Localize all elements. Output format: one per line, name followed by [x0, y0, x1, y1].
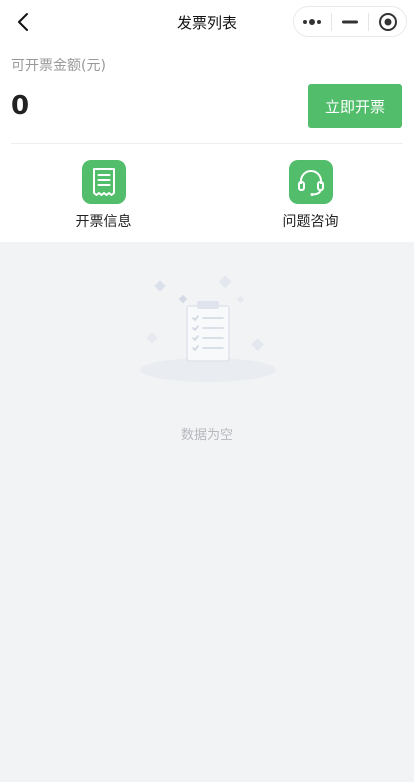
header-panel: 发票列表 可开票金额(元) 0 立即开票 开票信息 问题咨询: [0, 0, 414, 242]
more-dots-icon: [303, 18, 322, 25]
amount-label: 可开票金额(元): [11, 58, 106, 74]
receipt-icon: [81, 160, 126, 204]
empty-state: 数据为空: [0, 242, 414, 782]
back-button[interactable]: [10, 8, 36, 36]
more-button[interactable]: [294, 7, 331, 36]
amount-row: 0 立即开票: [11, 80, 403, 132]
empty-state-text: 数据为空: [180, 428, 233, 443]
consult-action[interactable]: 问题咨询: [207, 144, 414, 242]
action-grid: 开票信息 问题咨询: [0, 144, 414, 242]
headset-icon: [288, 160, 333, 204]
chevron-left-icon: [18, 13, 28, 31]
amount-section: 可开票金额(元) 0 立即开票: [0, 44, 414, 132]
navigation-bar: 发票列表: [0, 0, 414, 44]
amount-value: 0: [11, 91, 30, 121]
invoice-info-label: 开票信息: [75, 214, 132, 230]
issue-invoice-button[interactable]: 立即开票: [308, 84, 402, 128]
minimize-button[interactable]: [332, 7, 369, 36]
invoice-info-action[interactable]: 开票信息: [0, 144, 207, 242]
consult-label: 问题咨询: [282, 214, 339, 230]
minimize-icon: [342, 20, 358, 23]
close-button[interactable]: [369, 7, 406, 36]
mini-program-capsule: [293, 6, 407, 37]
close-circle-icon: [378, 12, 397, 31]
empty-clipboard-icon: [140, 275, 276, 382]
